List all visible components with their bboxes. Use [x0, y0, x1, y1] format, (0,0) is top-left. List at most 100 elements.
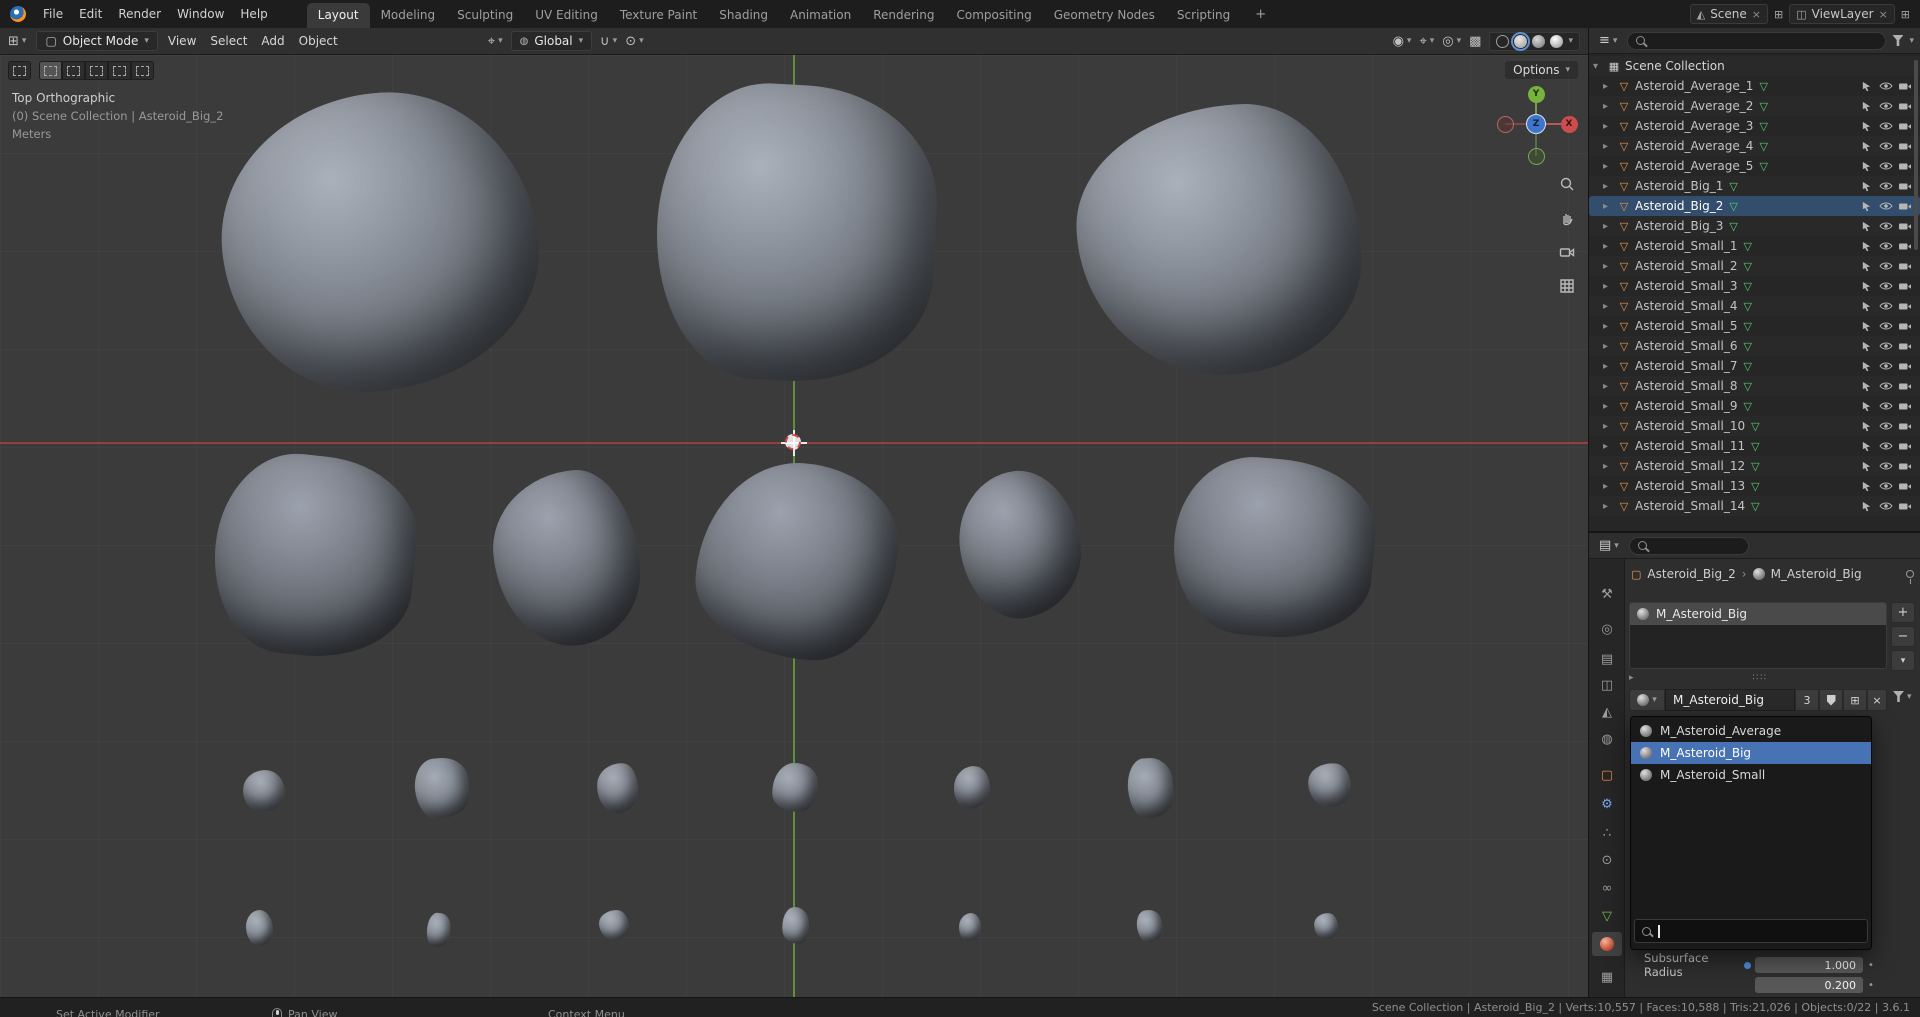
expand-icon[interactable]: ▸: [1603, 341, 1616, 352]
material-browser-item[interactable]: M_Asteroid_Big: [1631, 742, 1871, 764]
viewport-menu-view[interactable]: View: [168, 34, 196, 48]
menu-help[interactable]: Help: [233, 3, 274, 25]
outliner-item[interactable]: ▸ ▽ Asteroid_Small_7 ▽: [1589, 356, 1920, 376]
outliner-item[interactable]: ▸ ▽ Asteroid_Small_6 ▽: [1589, 336, 1920, 356]
asteroid-object[interactable]: [690, 456, 904, 666]
asteroid-object[interactable]: [780, 905, 811, 946]
hide-viewport-icon[interactable]: [1876, 381, 1895, 391]
camera-view-icon[interactable]: [1556, 241, 1578, 263]
properties-editor-type-button[interactable]: ▤ ▾: [1595, 536, 1623, 555]
properties-tab-tool[interactable]: ⚒: [1592, 582, 1622, 606]
object-name[interactable]: Asteroid_Small_3: [1635, 279, 1737, 293]
selectable-icon[interactable]: [1857, 241, 1876, 252]
outliner-item[interactable]: ▸ ▽ Asteroid_Small_13 ▽: [1589, 476, 1920, 496]
outliner-item[interactable]: ▸ ▽ Asteroid_Average_4 ▽: [1589, 136, 1920, 156]
selectable-icon[interactable]: [1857, 461, 1876, 472]
object-name[interactable]: Asteroid_Small_2: [1635, 259, 1737, 273]
outliner-item[interactable]: ▸ ▽ Asteroid_Small_5 ▽: [1589, 316, 1920, 336]
workspace-tab-layout[interactable]: Layout: [306, 3, 370, 28]
object-name[interactable]: Asteroid_Small_13: [1635, 479, 1745, 493]
workspace-tab-sculpting[interactable]: Sculpting: [446, 3, 524, 28]
workspace-tab-modeling[interactable]: Modeling: [370, 3, 447, 28]
viewport-menu-object[interactable]: Object: [299, 34, 338, 48]
hide-render-icon[interactable]: [1895, 81, 1914, 91]
selectable-icon[interactable]: [1857, 361, 1876, 372]
hide-viewport-icon[interactable]: [1876, 281, 1895, 291]
object-name[interactable]: Asteroid_Average_4: [1635, 139, 1753, 153]
gizmos-button[interactable]: ⌖ ▾: [1419, 34, 1434, 49]
selectable-icon[interactable]: [1857, 141, 1876, 152]
object-name[interactable]: Asteroid_Big_2: [1635, 199, 1723, 213]
asteroid-object[interactable]: [595, 761, 640, 815]
properties-tab-material[interactable]: [1592, 932, 1622, 956]
asteroid-object[interactable]: [1305, 760, 1354, 810]
properties-search-input[interactable]: [1628, 536, 1749, 555]
keyframe-dot-icon[interactable]: •: [1868, 960, 1874, 971]
select-mode-new-button[interactable]: [39, 61, 62, 80]
outliner-item[interactable]: ▸ ▽ Asteroid_Small_10 ▽: [1589, 416, 1920, 436]
outliner-item[interactable]: ▸ ▽ Asteroid_Average_1 ▽: [1589, 76, 1920, 96]
breadcrumb-material[interactable]: M_Asteroid_Big: [1771, 567, 1862, 581]
expand-icon[interactable]: ▸: [1603, 141, 1616, 152]
select-mode-extend-button[interactable]: [62, 61, 85, 80]
navigation-gizmo[interactable]: Y X Z: [1488, 77, 1584, 173]
asteroid-object[interactable]: [951, 763, 993, 812]
workspace-tab-uv-editing[interactable]: UV Editing: [524, 3, 609, 28]
add-slot-button[interactable]: +: [1891, 602, 1915, 623]
material-browser-item[interactable]: M_Asteroid_Small: [1631, 764, 1871, 786]
expand-icon[interactable]: ▸: [1603, 421, 1616, 432]
outliner-item[interactable]: ▸ ▽ Asteroid_Small_9 ▽: [1589, 396, 1920, 416]
hide-viewport-icon[interactable]: [1876, 181, 1895, 191]
material-slot-row[interactable]: M_Asteroid_Big: [1630, 603, 1886, 625]
workspace-tab-shading[interactable]: Shading: [708, 3, 779, 28]
mode-dropdown[interactable]: ▢ Object Mode ▾: [36, 31, 158, 51]
object-name[interactable]: Asteroid_Small_7: [1635, 359, 1737, 373]
hide-viewport-icon[interactable]: [1876, 221, 1895, 231]
outliner-item[interactable]: ▸ ▽ Asteroid_Big_1 ▽: [1589, 176, 1920, 196]
workspace-tab-texture-paint[interactable]: Texture Paint: [609, 3, 708, 28]
blender-logo-icon[interactable]: [10, 6, 26, 22]
asteroid-object[interactable]: [599, 910, 629, 940]
workspace-tab-animation[interactable]: Animation: [779, 3, 862, 28]
fake-user-button[interactable]: [1819, 689, 1843, 711]
outliner-item[interactable]: ▸ ▽ Asteroid_Small_4 ▽: [1589, 296, 1920, 316]
hide-render-icon[interactable]: [1895, 481, 1914, 491]
object-name[interactable]: Asteroid_Small_1: [1635, 239, 1737, 253]
expand-icon[interactable]: ▸: [1603, 261, 1616, 272]
menu-render[interactable]: Render: [111, 3, 168, 25]
selectable-icon[interactable]: [1857, 161, 1876, 172]
hide-viewport-icon[interactable]: [1876, 261, 1895, 271]
list-grip[interactable]: ▸ ∷∷: [1629, 672, 1887, 684]
select-mode-subtract-button[interactable]: [85, 61, 108, 80]
gizmo-y-negative[interactable]: [1527, 147, 1545, 165]
selectable-icon[interactable]: [1857, 501, 1876, 512]
hide-viewport-icon[interactable]: [1876, 161, 1895, 171]
hide-viewport-icon[interactable]: [1876, 241, 1895, 251]
expand-icon[interactable]: ▸: [1603, 121, 1616, 132]
hide-render-icon[interactable]: [1895, 401, 1914, 411]
snap-magnet-button[interactable]: ∪ ▾: [600, 34, 617, 49]
selectable-icon[interactable]: [1857, 321, 1876, 332]
object-name[interactable]: Asteroid_Small_6: [1635, 339, 1737, 353]
gizmo-x-axis[interactable]: X: [1560, 115, 1578, 133]
hide-viewport-icon[interactable]: [1876, 101, 1895, 111]
menu-window[interactable]: Window: [170, 3, 231, 25]
asteroid-object[interactable]: [205, 446, 425, 666]
asteroid-object[interactable]: [957, 912, 983, 942]
hide-render-icon[interactable]: [1895, 121, 1914, 131]
move-view-hand-icon[interactable]: [1556, 207, 1578, 229]
hide-render-icon[interactable]: [1895, 341, 1914, 351]
hide-viewport-icon[interactable]: [1876, 401, 1895, 411]
shading-wireframe-button[interactable]: [1496, 34, 1510, 48]
gizmo-x-negative[interactable]: [1496, 115, 1514, 133]
shading-solid-button[interactable]: [1511, 31, 1531, 51]
asteroid-object[interactable]: [425, 911, 452, 949]
selectable-icon[interactable]: [1857, 281, 1876, 292]
outliner-editor-type-button[interactable]: ≡ ▾: [1595, 31, 1621, 50]
properties-tab-view-layer[interactable]: ◫: [1592, 673, 1622, 697]
select-mode-invert-button[interactable]: [108, 61, 131, 80]
expand-icon[interactable]: ▸: [1603, 481, 1616, 492]
shading-material-button[interactable]: [1532, 34, 1546, 48]
new-view-layer-icon[interactable]: ⊞: [1901, 8, 1910, 21]
properties-tab-world[interactable]: ◍: [1592, 727, 1622, 751]
